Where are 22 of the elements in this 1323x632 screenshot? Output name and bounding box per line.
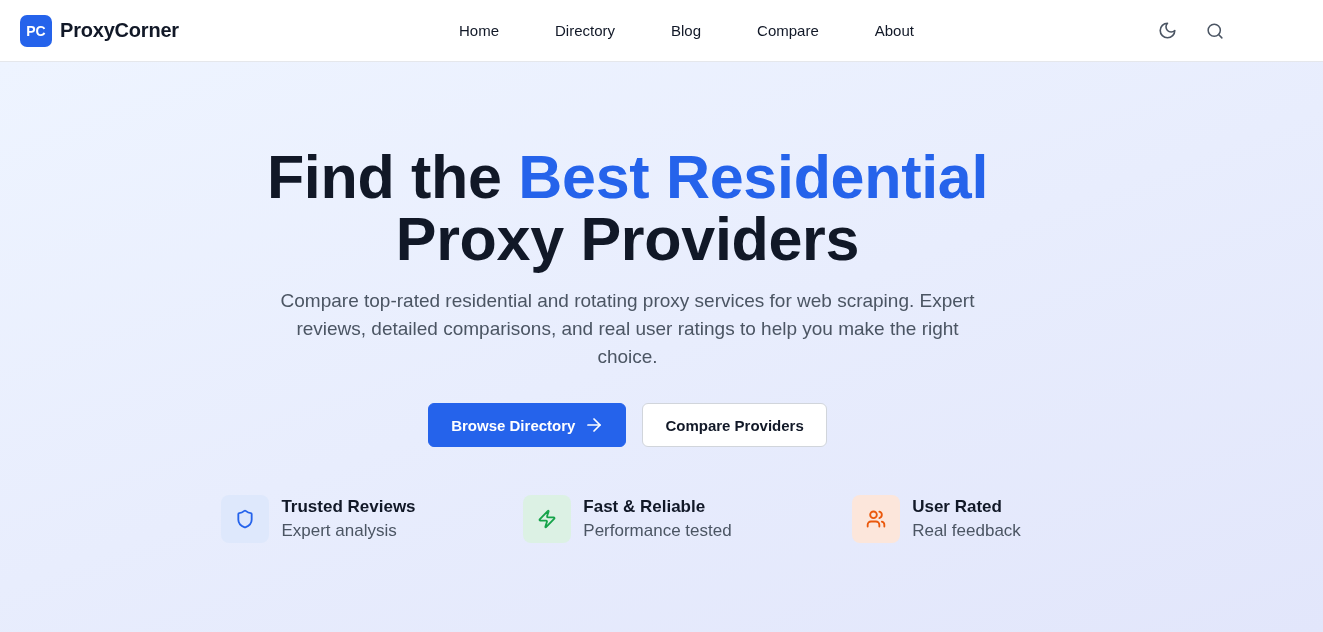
nav-link[interactable]: Compare (757, 20, 819, 41)
feature-description: Expert analysis (281, 520, 398, 542)
feature-title: Trusted Reviews (281, 496, 416, 518)
feature-description: Performance tested (583, 520, 732, 542)
brand-name[interactable]: ProxyCorner (60, 19, 179, 42)
people-icon (852, 495, 901, 543)
feature-title: User Rated (912, 496, 1003, 518)
browse-button[interactable]: Browse Directory (428, 403, 627, 447)
shield-icon (221, 495, 270, 543)
nav-link[interactable]: About (874, 20, 914, 41)
nav-link[interactable]: Directory (555, 20, 616, 41)
lightning-bolt-icon (523, 495, 572, 543)
nav-link[interactable]: Blog (671, 20, 702, 41)
feature-description: Real feedback (912, 520, 1021, 542)
nav-link[interactable]: Home (459, 20, 499, 41)
feature-title: Fast & Reliable (583, 496, 707, 518)
logo-mark[interactable]: PC (20, 14, 52, 47)
moon-icon[interactable] (1159, 22, 1176, 39)
arrow-right-icon (585, 416, 604, 434)
hero-subtitle: Compare top-rated residential and rotating proxy services for web scraping. Expert reviews, detailed comparisons, and real user ratings to help you make the right choice. (279, 289, 976, 369)
compare-button[interactable]: Compare Providers (642, 403, 827, 447)
search-icon[interactable] (1207, 22, 1223, 39)
